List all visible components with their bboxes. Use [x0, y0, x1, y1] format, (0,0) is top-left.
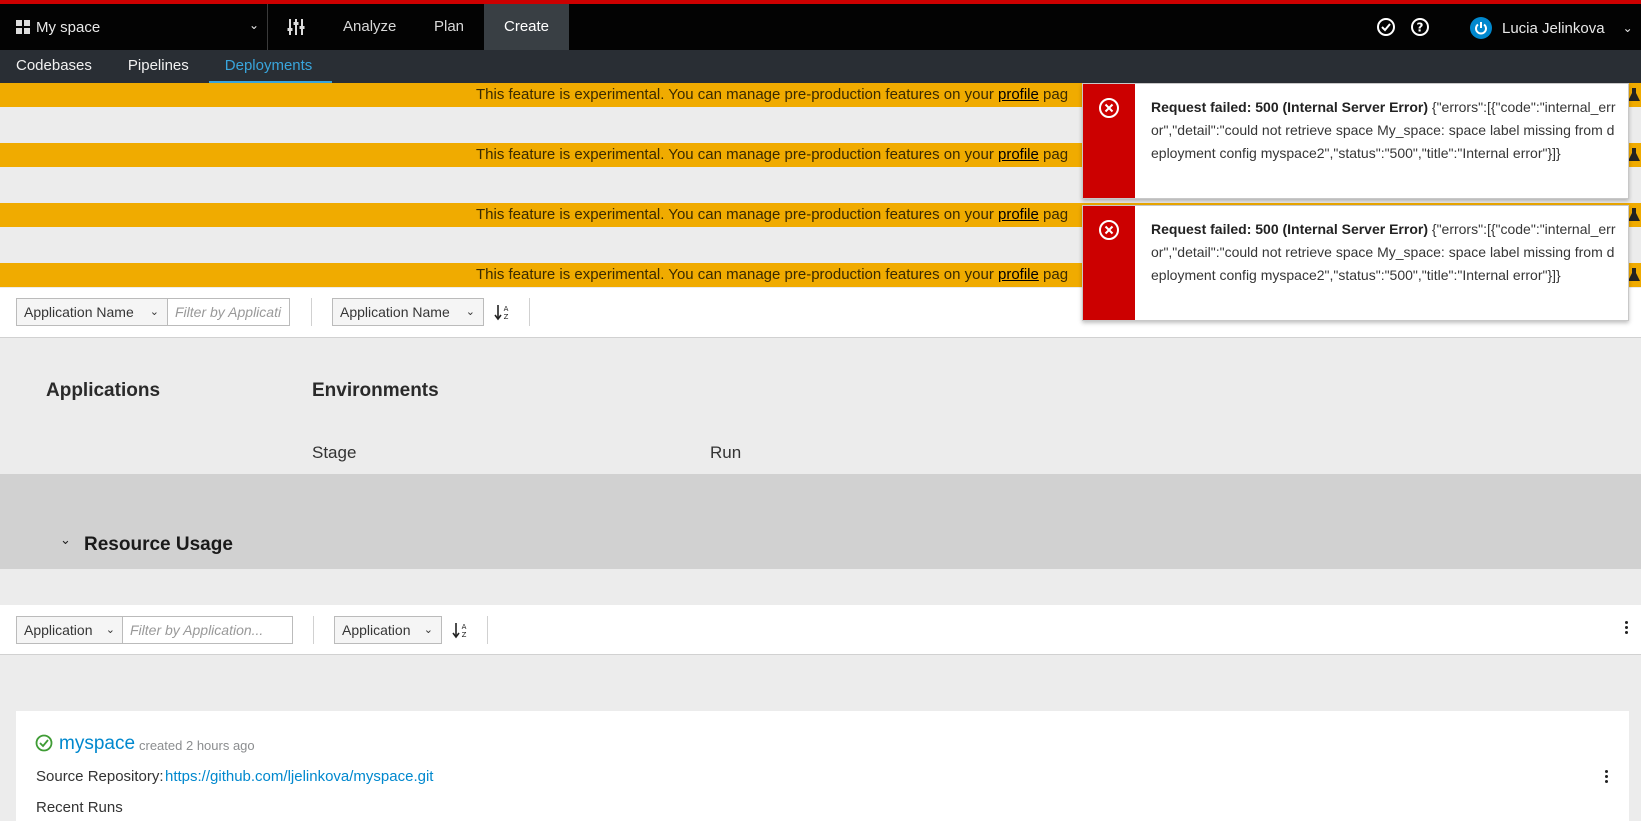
flask-icon — [1628, 208, 1640, 221]
run-heading: Run — [710, 443, 742, 462]
toolbar-divider — [313, 616, 314, 644]
sub-navbar: Codebases Pipelines Deployments — [0, 50, 1641, 83]
banner-text: This feature is experimental. You can ma… — [476, 206, 998, 223]
tab-deployments[interactable]: Deployments — [208, 50, 333, 83]
sort-field-label: Application — [342, 622, 411, 638]
toolbar-divider — [529, 298, 530, 326]
environments-heading: Environments — [312, 380, 439, 401]
svg-text:A: A — [504, 305, 509, 313]
application-name-link[interactable]: myspace — [59, 733, 135, 755]
toast-title: Request failed: 500 (Internal Server Err… — [1151, 221, 1428, 237]
ok-status-icon — [35, 734, 53, 752]
chevron-down-icon: ⌄ — [423, 624, 433, 636]
banner-tail: pag — [1038, 266, 1069, 283]
nav-plan[interactable]: Plan — [414, 4, 484, 50]
profile-link[interactable]: profile — [998, 266, 1039, 283]
svg-text:A: A — [462, 623, 467, 631]
recent-runs-label: Recent Runs — [36, 799, 123, 816]
stage-heading: Stage — [312, 443, 357, 462]
svg-text:Z: Z — [462, 631, 467, 639]
filter-input[interactable]: Filter by Applicati — [167, 298, 290, 326]
nav-create[interactable]: Create — [484, 4, 570, 50]
kebab-menu-icon[interactable] — [1625, 621, 1629, 634]
grid-icon — [16, 20, 30, 34]
error-circle-icon — [1099, 98, 1119, 118]
space-switcher[interactable]: My space ⌄ — [0, 4, 268, 50]
banner-tail: pag — [1038, 86, 1069, 103]
resource-toolbar: Application ⌄ Filter by Application... A… — [0, 605, 1641, 655]
created-timestamp: created 2 hours ago — [139, 738, 255, 753]
flask-icon — [1628, 88, 1640, 101]
flask-icon — [1628, 268, 1640, 281]
profile-link[interactable]: profile — [998, 206, 1039, 223]
top-navbar: My space ⌄ Analyze Plan Create ? Lucia J… — [0, 0, 1641, 50]
error-toast: Request failed: 500 (Internal Server Err… — [1082, 83, 1629, 199]
filter-placeholder: Filter by Application... — [130, 622, 264, 638]
chevron-down-icon: ⌄ — [149, 306, 159, 318]
banner-text: This feature is experimental. You can ma… — [476, 86, 998, 103]
applications-heading: Applications — [46, 380, 161, 401]
space-name: My space — [36, 18, 101, 36]
sort-field-select[interactable]: Application Name ⌄ — [332, 298, 484, 326]
resource-usage-section: ⌄ Resource Usage — [0, 474, 1641, 569]
kebab-menu-icon[interactable] — [1605, 770, 1609, 783]
chevron-down-icon: ⌄ — [105, 624, 115, 636]
banner-tail: pag — [1038, 146, 1069, 163]
nav-analyze[interactable]: Analyze — [323, 4, 416, 50]
error-toast: Request failed: 500 (Internal Server Err… — [1082, 205, 1629, 321]
sort-alpha-icon[interactable]: A Z — [494, 303, 510, 321]
banner-text: This feature is experimental. You can ma… — [476, 266, 998, 283]
filter-field-label: Application — [24, 622, 93, 638]
toolbar-divider — [311, 298, 312, 326]
toolbar-divider — [487, 616, 488, 644]
flask-icon — [1628, 148, 1640, 161]
error-circle-icon — [1099, 220, 1119, 240]
user-menu[interactable]: Lucia Jelinkova ⌄ — [1470, 16, 1633, 40]
svg-text:Z: Z — [504, 313, 509, 321]
sort-alpha-icon[interactable]: A Z — [452, 621, 468, 639]
banner-text: This feature is experimental. You can ma… — [476, 146, 998, 163]
toast-message: Request failed: 500 (Internal Server Err… — [1151, 218, 1619, 287]
profile-link[interactable]: profile — [998, 146, 1039, 163]
deployments-header: Applications Environments Stage Run — [0, 338, 1641, 474]
help-icon[interactable]: ? — [1410, 17, 1430, 37]
source-repo-link[interactable]: https://github.com/ljelinkova/myspace.gi… — [165, 768, 433, 785]
sort-field-select[interactable]: Application ⌄ — [334, 616, 442, 644]
user-name: Lucia Jelinkova — [1502, 19, 1605, 37]
profile-link[interactable]: profile — [998, 86, 1039, 103]
banner-tail: pag — [1038, 206, 1069, 223]
avatar — [1470, 17, 1492, 39]
filter-field-label: Application Name — [24, 304, 134, 320]
tab-pipelines[interactable]: Pipelines — [112, 50, 209, 83]
source-repo-label: Source Repository: — [36, 768, 164, 785]
resource-usage-title[interactable]: Resource Usage — [84, 535, 233, 554]
filter-input[interactable]: Filter by Application... — [122, 616, 293, 644]
sliders-icon[interactable] — [286, 17, 306, 37]
filter-field-select[interactable]: Application ⌄ — [16, 616, 124, 644]
chevron-down-icon: ⌄ — [1622, 21, 1633, 35]
sort-field-label: Application Name — [340, 304, 450, 320]
chevron-down-icon[interactable]: ⌄ — [60, 532, 71, 548]
toast-message: Request failed: 500 (Internal Server Err… — [1151, 96, 1619, 165]
power-icon — [1475, 22, 1487, 35]
tab-codebases[interactable]: Codebases — [0, 50, 112, 83]
chevron-down-icon: ⌄ — [248, 18, 259, 32]
svg-text:?: ? — [1417, 21, 1424, 35]
check-circle-icon[interactable] — [1376, 17, 1396, 37]
toast-title: Request failed: 500 (Internal Server Err… — [1151, 99, 1428, 115]
chevron-down-icon: ⌄ — [465, 306, 475, 318]
application-card: myspace created 2 hours ago Source Repos… — [16, 711, 1629, 821]
filter-field-select[interactable]: Application Name ⌄ — [16, 298, 168, 326]
